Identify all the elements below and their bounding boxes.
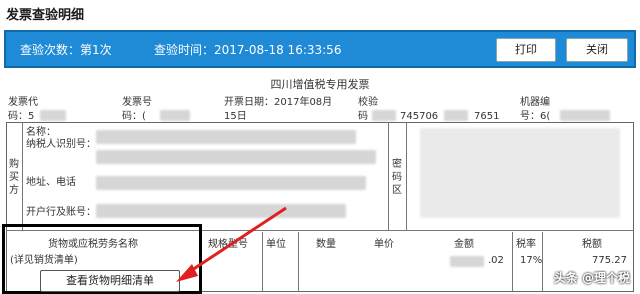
annotation-arrow — [176, 206, 287, 282]
watermark: 头条 @理个税 — [553, 271, 630, 285]
arrow-shaft — [185, 206, 287, 276]
